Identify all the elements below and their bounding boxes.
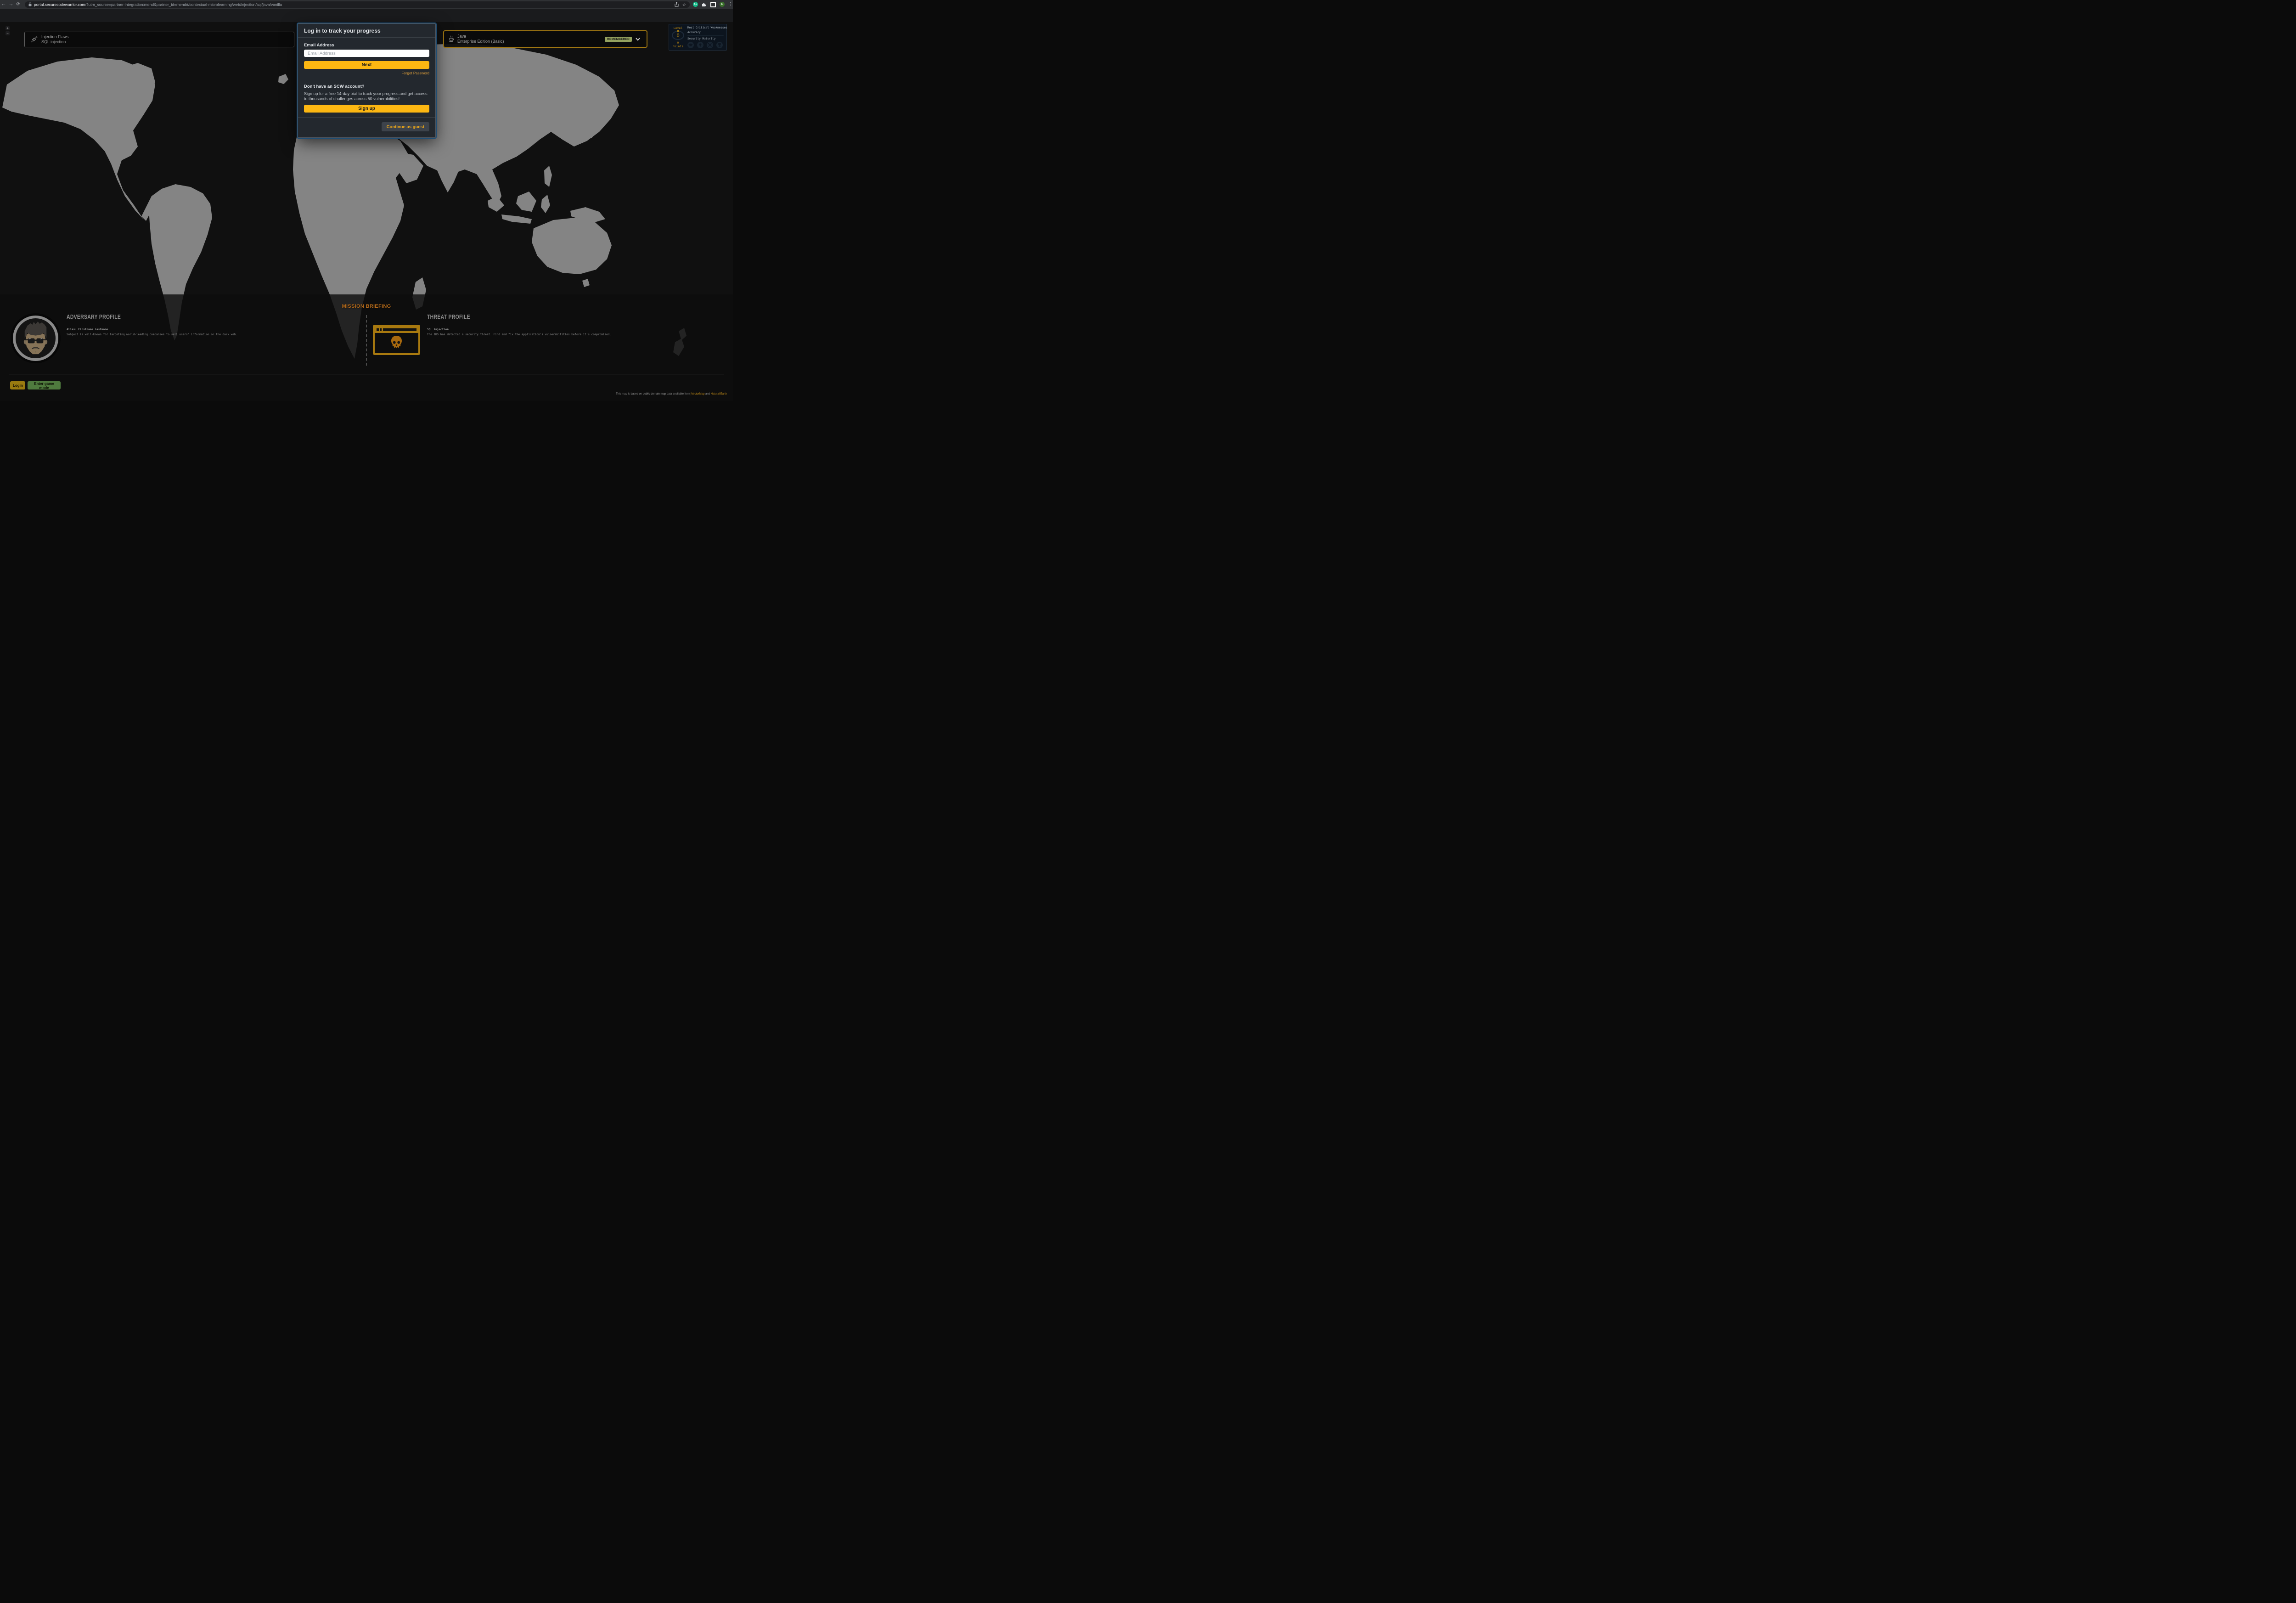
login-modal-footer: Continue as guest xyxy=(298,117,435,137)
back-button[interactable]: ← xyxy=(0,0,7,9)
login-modal-header: Log in to track your progress xyxy=(298,24,435,38)
accuracy-label: Accuracy xyxy=(687,31,727,34)
injection-syringe-icon xyxy=(30,36,38,43)
browser-profile-avatar[interactable]: C xyxy=(720,2,725,7)
signup-button[interactable]: Sign up xyxy=(304,105,429,113)
map-attribution: This map is based on public domain map d… xyxy=(616,393,727,395)
forward-button[interactable]: → xyxy=(7,0,15,9)
lock-icon xyxy=(28,2,32,6)
grammarly-extension-icon[interactable]: G xyxy=(693,2,698,7)
extensions-area: G C ⋮ xyxy=(693,0,733,9)
category-title: Injection Flaws xyxy=(41,34,69,40)
adversary-profile-heading: ADVERSARY PROFILE xyxy=(67,313,121,320)
map-zoom-in-button[interactable]: + xyxy=(6,26,10,30)
lightbulb-icon xyxy=(697,42,703,48)
browser-menu-icon[interactable]: ⋮ xyxy=(728,0,733,9)
extensions-puzzle-icon[interactable] xyxy=(702,2,707,7)
tools-icon xyxy=(707,42,713,48)
mission-briefing-title: MISSION BRIEFING xyxy=(302,304,431,309)
level-gauge: 0 xyxy=(672,31,684,40)
gauge-notch xyxy=(677,30,679,32)
language-title: Java xyxy=(457,34,504,39)
login-modal-title: Log in to track your progress xyxy=(304,28,381,34)
attribution-and: and xyxy=(704,393,710,395)
weaknesses-column: Most Critical Weaknesses Accuracy Securi… xyxy=(687,26,727,48)
remembered-badge: REMEMBERED xyxy=(605,37,632,42)
trophy-icon xyxy=(716,42,723,48)
threat-description: The IDS has detected a security threat. … xyxy=(427,333,611,336)
login-button[interactable]: Login xyxy=(10,381,25,389)
maturity-icons xyxy=(687,42,727,48)
app-viewport: + − Injection Flaws SQL injection xyxy=(0,9,733,401)
browser-chrome: ← → ⟳ portal.securecodewarrior.com/?utm_… xyxy=(0,0,733,9)
category-subtitle: SQL injection xyxy=(41,40,69,45)
continue-as-guest-button[interactable]: Continue as guest xyxy=(382,122,429,131)
adversary-avatar xyxy=(13,316,58,361)
threat-name: SQL injection xyxy=(427,328,449,331)
secure-code-warrior-portal: ← → ⟳ portal.securecodewarrior.com/?utm_… xyxy=(0,0,733,401)
bookmark-star-icon[interactable]: ☆ xyxy=(682,1,686,8)
reload-button[interactable]: ⟳ xyxy=(15,0,22,9)
adversary-alias: Alias: Firstname Lastname xyxy=(67,328,108,331)
login-modal: Log in to track your progress Email Addr… xyxy=(298,23,436,138)
adversary-face-icon xyxy=(16,318,56,358)
briefing-dashed-connector xyxy=(366,315,367,366)
threat-browser-skull-icon xyxy=(373,325,420,355)
share-icon[interactable] xyxy=(675,2,679,7)
points-value: 0 xyxy=(677,41,679,45)
java-logo-icon xyxy=(449,35,454,43)
url-text: portal.securecodewarrior.com/?utm_source… xyxy=(34,2,671,7)
level-label: Level xyxy=(674,26,683,30)
url-path: /?utm_source=partner-integration:mend&pa… xyxy=(85,2,282,7)
url-bar[interactable]: portal.securecodewarrior.com/?utm_source… xyxy=(25,1,690,8)
level-value: 0 xyxy=(676,33,680,39)
weaknesses-title: Most Critical Weaknesses xyxy=(687,26,727,29)
adversary-description: Subject is well-known for targeting worl… xyxy=(67,333,237,336)
level-column: Level 0 0 Points xyxy=(672,26,684,48)
signup-heading: Don't have an SCW account? xyxy=(304,84,429,89)
enter-game-mode-button[interactable]: Enter game mode xyxy=(28,381,61,389)
chevron-down-icon[interactable] xyxy=(636,38,640,41)
email-field[interactable] xyxy=(304,50,429,57)
side-panel-icon[interactable] xyxy=(710,2,716,7)
email-label: Email Address xyxy=(304,43,429,48)
language-selector-card[interactable]: Java Enterprise Edition (Basic) REMEMBER… xyxy=(443,30,647,48)
accuracy-progress-bar xyxy=(687,35,724,36)
next-button[interactable]: Next xyxy=(304,61,429,69)
top-band xyxy=(0,9,733,22)
map-zoom-out-button[interactable]: − xyxy=(6,31,10,35)
language-subtitle: Enterprise Edition (Basic) xyxy=(457,39,504,44)
forgot-password-link[interactable]: Forgot Password xyxy=(304,71,429,75)
threat-profile-heading: THREAT PROFILE xyxy=(427,313,470,320)
signup-text: Sign up for a free 14-day trial to track… xyxy=(304,91,429,101)
category-card[interactable]: Injection Flaws SQL injection xyxy=(24,32,294,47)
jvectormap-link[interactable]: jVectorMap xyxy=(691,393,704,395)
maturity-label: Security Maturity xyxy=(687,37,727,40)
url-domain: portal.securecodewarrior.com xyxy=(34,2,85,7)
graduation-cap-icon xyxy=(687,42,694,48)
attribution-text: This map is based on public domain map d… xyxy=(616,393,691,395)
player-stats-panel: Level 0 0 Points Most Critical Weaknesse… xyxy=(669,24,727,51)
natural-earth-link[interactable]: Natural Earth xyxy=(711,393,727,395)
login-modal-body: Email Address Next Forgot Password Don't… xyxy=(298,38,435,113)
points-label: Points xyxy=(673,45,683,48)
